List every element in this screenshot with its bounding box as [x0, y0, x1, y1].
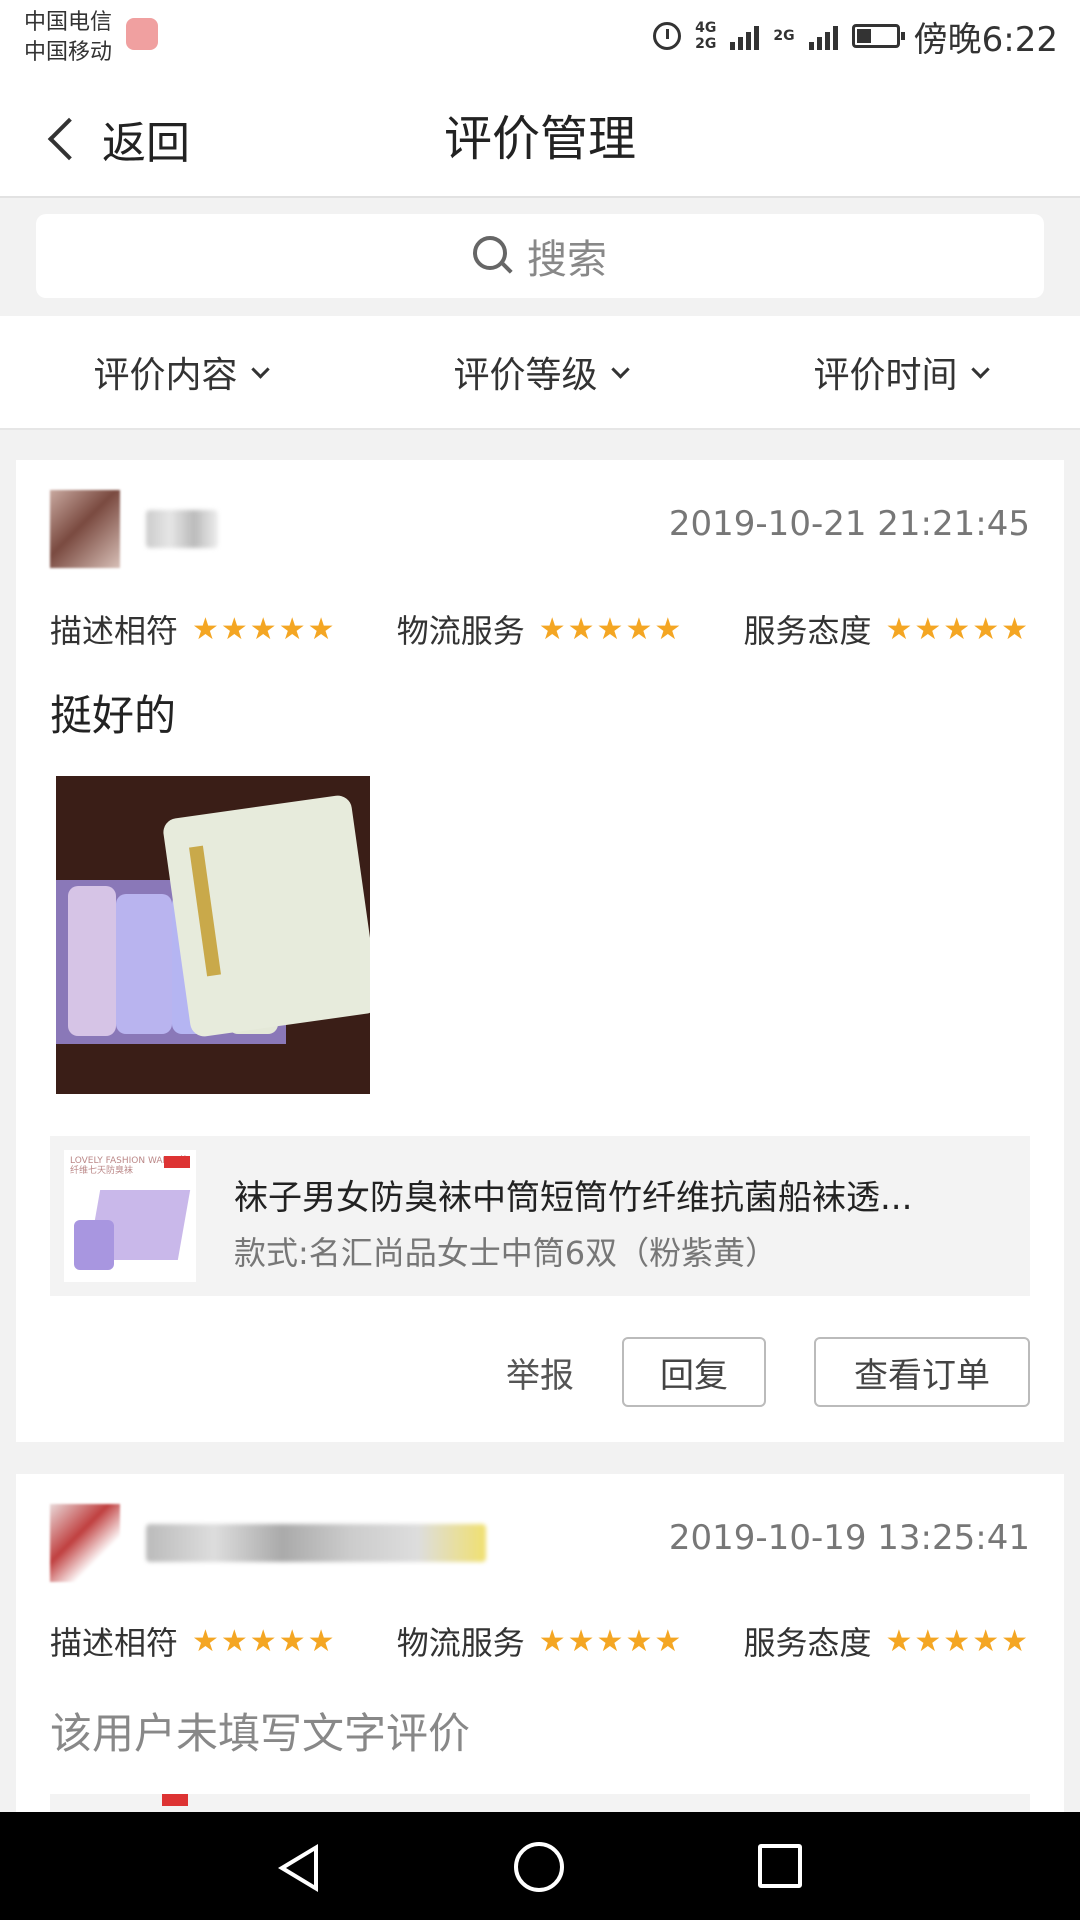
rating-label: 物流服务: [396, 612, 525, 650]
product-info[interactable]: LOVELY FASHION WARM 竹纤维七天防臭袜 袜子男女防臭袜中筒短筒…: [50, 1136, 1030, 1296]
filter-label: 评价时间: [813, 355, 958, 396]
photo-sock-shape: [116, 894, 172, 1034]
review-time: 2019-10-19 13:25:41: [668, 1518, 1030, 1558]
stars-icon: ★★★★★: [538, 1623, 684, 1659]
system-nav-bar: [0, 1812, 1080, 1920]
nav-bar: 返回 评价管理: [0, 82, 1080, 198]
stars-icon: ★★★★★: [192, 611, 337, 647]
clock: 傍晚6:22: [913, 19, 1058, 60]
chevron-down-icon: [250, 359, 270, 379]
stars-icon: ★★★★★: [885, 611, 1030, 647]
thumbnail-sock-shape: [74, 1220, 114, 1270]
page-title: 评价管理: [443, 111, 636, 167]
ratings-row: 描述相符 ★★★★★ 物流服务 ★★★★★ 服务态度 ★★★★★: [50, 1618, 1030, 1664]
report-button[interactable]: 举报: [506, 1348, 574, 1397]
rating-description: 描述相符 ★★★★★: [50, 606, 337, 652]
rating-label: 描述相符: [50, 612, 179, 650]
rating-logistics: 物流服务 ★★★★★: [397, 1618, 684, 1664]
rating-label: 服务态度: [743, 612, 872, 650]
reviewer-row: 2019-10-21 21:21:45: [50, 490, 1030, 568]
filter-time[interactable]: 评价时间: [720, 316, 1080, 428]
review-photo[interactable]: [56, 776, 370, 1094]
ratings-row: 描述相符 ★★★★★ 物流服务 ★★★★★ 服务态度 ★★★★★: [50, 606, 1030, 652]
status-bar: 中国电信 中国移动 4G 2G 2G 傍晚6:22: [0, 0, 1080, 82]
review-comment: 该用户未填写文字评价: [50, 1709, 471, 1758]
rating-service: 服务态度 ★★★★★: [744, 1618, 1031, 1664]
filter-label: 评价内容: [93, 355, 238, 396]
reviewer-row: 2019-10-19 13:25:41: [50, 1504, 1030, 1582]
rating-service: 服务态度 ★★★★★: [744, 606, 1031, 652]
product-thumbnail: LOVELY FASHION WARM 竹纤维七天防臭袜: [64, 1150, 196, 1282]
reply-button[interactable]: 回复: [622, 1337, 766, 1407]
battery-icon: [851, 24, 905, 48]
rating-description: 描述相符 ★★★★★: [50, 1618, 337, 1664]
avatar[interactable]: [50, 1504, 120, 1582]
filter-label: 评价等级: [453, 355, 598, 396]
chevron-down-icon: [970, 359, 990, 379]
product-spec: 款式:名汇尚品女士中筒6双（粉紫黄）: [234, 1234, 778, 1272]
review-time: 2019-10-21 21:21:45: [668, 504, 1030, 544]
signal-icon-2: [808, 22, 838, 50]
stars-icon: ★★★★★: [538, 611, 684, 647]
reviewer-name-blurred: [146, 510, 218, 548]
nav-home-icon[interactable]: [514, 1842, 564, 1892]
stars-icon: ★★★★★: [192, 1623, 337, 1659]
carrier-2: 中国移动: [24, 40, 113, 65]
product-title: 袜子男女防臭袜中筒短筒竹纤维抗菌船袜透...: [234, 1178, 913, 1218]
network-type-2: 2G: [773, 28, 795, 44]
review-actions: 举报 回复 查看订单: [506, 1336, 1030, 1408]
search-placeholder: 搜索: [527, 237, 607, 283]
photo-sock-shape: [161, 793, 370, 1039]
filter-level[interactable]: 评价等级: [360, 316, 720, 428]
photo-sock-shape: [68, 886, 116, 1036]
nav-back-icon[interactable]: [278, 1844, 318, 1892]
rating-label: 服务态度: [743, 1624, 872, 1662]
avatar[interactable]: [50, 490, 120, 568]
reviewer-name-blurred: [146, 1524, 486, 1562]
rating-label: 描述相符: [50, 1624, 179, 1662]
carrier-info: 中国电信 中国移动: [24, 8, 112, 68]
search-icon: [473, 236, 513, 276]
thumbnail-brand-mark: [162, 1794, 188, 1806]
stars-icon: ★★★★★: [885, 1623, 1030, 1659]
search-input[interactable]: 搜索: [36, 214, 1044, 298]
review-comment: 挺好的: [50, 691, 177, 740]
signal-icon-1: [730, 22, 760, 50]
alarm-icon: [653, 22, 682, 50]
view-order-button[interactable]: 查看订单: [814, 1337, 1030, 1407]
network-type-1: 4G 2G: [695, 20, 717, 52]
app-notification-icon: [126, 18, 158, 50]
rating-label: 物流服务: [396, 1624, 525, 1662]
rating-logistics: 物流服务 ★★★★★: [397, 606, 684, 652]
filter-bar: 评价内容 评价等级 评价时间: [0, 316, 1080, 430]
review-card: 2019-10-21 21:21:45 描述相符 ★★★★★ 物流服务 ★★★★…: [16, 460, 1064, 1442]
chevron-down-icon: [610, 359, 630, 379]
search-area: 搜索: [0, 198, 1080, 316]
filter-content[interactable]: 评价内容: [0, 316, 360, 428]
nav-recents-icon[interactable]: [758, 1844, 802, 1888]
carrier-1: 中国电信: [24, 10, 113, 35]
status-icons: 4G 2G 2G 傍晚6:22: [653, 12, 1058, 60]
thumbnail-brand-mark: [164, 1156, 190, 1168]
